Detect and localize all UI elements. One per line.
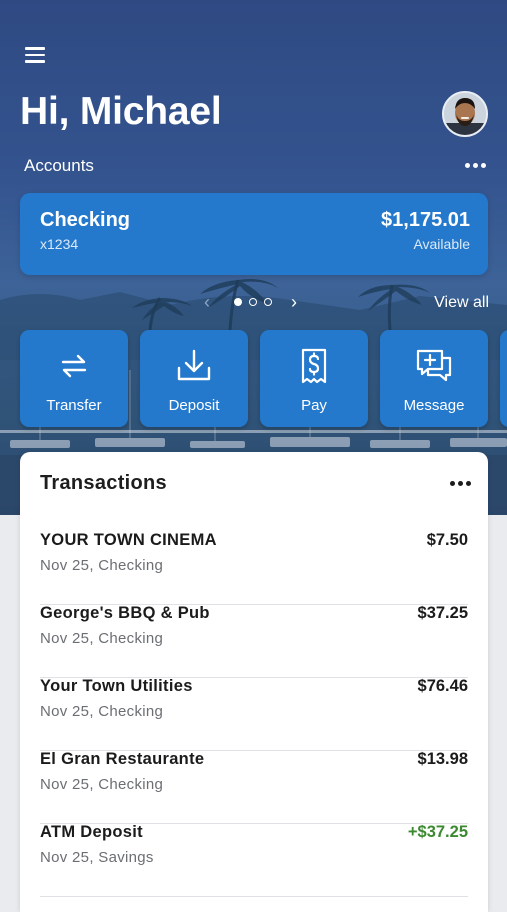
account-number: x1234: [40, 236, 79, 252]
deposit-label: Deposit: [168, 397, 220, 414]
transaction-amount: $37.25: [417, 604, 468, 622]
greeting-title: Hi, Michael: [20, 90, 222, 133]
transaction-row[interactable]: YOUR TOWN CINEMA Nov 25, Checking $7.50: [40, 531, 468, 605]
pager-dot[interactable]: [264, 298, 272, 306]
transfer-button[interactable]: Transfer: [20, 330, 128, 427]
transaction-date-account: Nov 25, Checking: [40, 557, 164, 574]
view-all-link[interactable]: View all: [434, 294, 489, 312]
transfer-label: Transfer: [46, 397, 102, 414]
pay-label: Pay: [301, 397, 327, 414]
download-tray-icon: [177, 349, 211, 381]
chevron-right-icon[interactable]: ›: [291, 291, 297, 313]
deposit-button[interactable]: Deposit: [140, 330, 248, 427]
transaction-row[interactable]: George's BBQ & Pub Nov 25, Checking $37.…: [40, 604, 468, 678]
more-actions-button-partial[interactable]: [500, 330, 507, 427]
transaction-amount: $13.98: [417, 750, 468, 768]
accounts-more-button[interactable]: [465, 163, 486, 168]
transaction-date-account: Nov 25, Checking: [40, 630, 164, 647]
avatar[interactable]: [442, 91, 488, 137]
transaction-name: El Gran Restaurante: [40, 750, 205, 768]
transaction-row[interactable]: El Gran Restaurante Nov 25, Checking $13…: [40, 750, 468, 824]
transfer-arrows-icon: [61, 354, 87, 378]
user-avatar-photo: [444, 93, 486, 135]
transaction-row[interactable]: ATM Deposit Nov 25, Savings +$37.25: [40, 823, 468, 897]
pay-button[interactable]: Pay: [260, 330, 368, 427]
message-button[interactable]: Message: [380, 330, 488, 427]
message-label: Message: [403, 397, 465, 414]
pager-dot[interactable]: [249, 298, 257, 306]
menu-button[interactable]: [24, 44, 48, 66]
transactions-title: Transactions: [40, 472, 167, 494]
transaction-date-account: Nov 25, Savings: [40, 849, 154, 866]
balance-label: Available: [413, 236, 470, 252]
transaction-name: Your Town Utilities: [40, 677, 193, 695]
message-plus-icon: [416, 349, 452, 382]
transaction-date-account: Nov 25, Checking: [40, 776, 164, 793]
account-carousel-pager: ‹ ›: [200, 291, 310, 313]
account-balance: $1,175.01: [381, 209, 470, 231]
transaction-row[interactable]: Your Town Utilities Nov 25, Checking $76…: [40, 677, 468, 751]
account-card-checking[interactable]: Checking x1234 $1,175.01 Available: [20, 193, 488, 275]
transaction-amount: $7.50: [426, 531, 468, 549]
transaction-name: YOUR TOWN CINEMA: [40, 531, 217, 549]
transaction-date-account: Nov 25, Checking: [40, 703, 164, 720]
header-background: Hi, Michael Accounts Checking x1234 $1,1…: [0, 0, 507, 515]
dollar-receipt-icon: [301, 348, 327, 384]
pager-dot[interactable]: [234, 298, 242, 306]
transaction-name: ATM Deposit: [40, 823, 143, 841]
chevron-left-icon[interactable]: ‹: [204, 291, 210, 313]
transactions-more-button[interactable]: [450, 481, 471, 486]
transaction-name: George's BBQ & Pub: [40, 604, 210, 622]
transaction-amount: $76.46: [417, 677, 468, 695]
account-name: Checking: [40, 209, 131, 231]
transactions-panel: Transactions YOUR TOWN CINEMA Nov 25, Ch…: [20, 452, 488, 912]
transaction-amount: +$37.25: [407, 823, 468, 841]
accounts-section-label: Accounts: [24, 156, 94, 175]
